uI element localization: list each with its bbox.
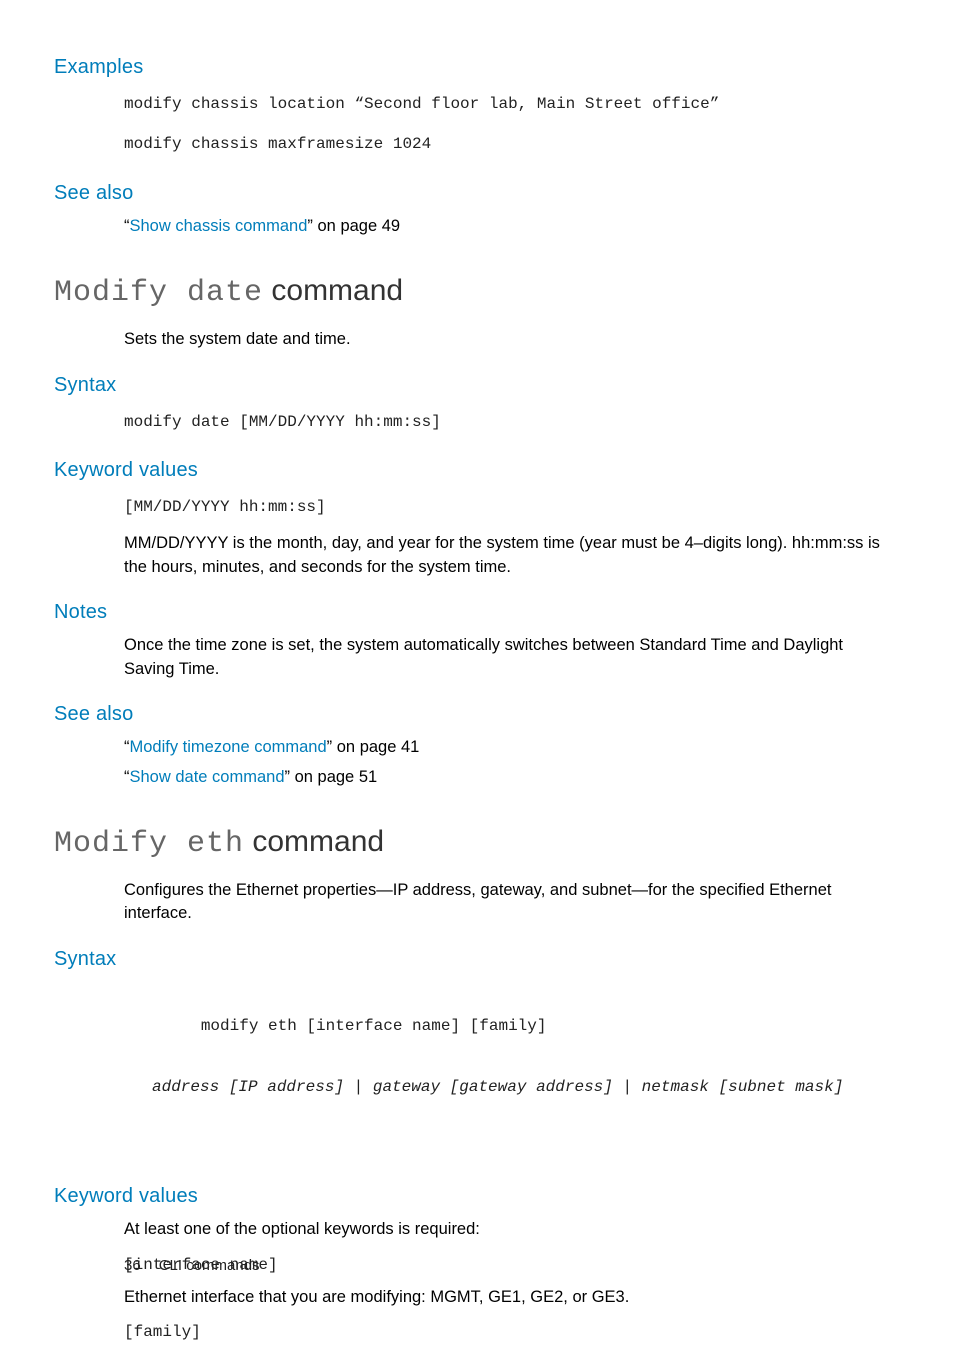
para-kv-date: MM/DD/YYYY is the month, day, and year f…	[124, 532, 890, 579]
page-number: 36	[124, 1257, 141, 1274]
see-also-line: “Show date command” on page 51	[124, 766, 890, 789]
para-notes-date: Once the time zone is set, the system au…	[124, 634, 890, 681]
heading-keyword-values: Keyword values	[54, 459, 894, 482]
heading-notes: Notes	[54, 601, 894, 624]
code-kv-date: [MM/DD/YYYY hh:mm:ss]	[124, 492, 890, 522]
para-kv-eth-intro: At least one of the optional keywords is…	[124, 1218, 890, 1241]
desc-modify-eth: Configures the Ethernet properties—IP ad…	[124, 879, 890, 926]
heading-keyword-values: Keyword values	[54, 1185, 894, 1208]
title-rest-command: command	[263, 274, 403, 307]
code-syntax-eth-line2: address [IP address] | gateway [gateway …	[124, 1072, 890, 1102]
heading-syntax: Syntax	[54, 374, 894, 397]
heading-see-also: See also	[54, 703, 894, 726]
para-kv-eth-1: Ethernet interface that you are modifyin…	[124, 1286, 890, 1309]
code-syntax-eth-line1: modify eth [interface name] [family]	[201, 1017, 547, 1035]
see-also-line: “Show chassis command” on page 49	[124, 215, 890, 238]
link-modify-timezone-command[interactable]: Modify timezone command	[130, 738, 327, 756]
code-kv-eth-2: [family]	[124, 1321, 890, 1343]
title-mono-modify-eth: Modify eth	[54, 827, 244, 861]
code-syntax-modify-eth: modify eth [interface name] [family] add…	[124, 981, 890, 1163]
see-also-tail: ” on page 51	[285, 768, 378, 786]
code-example-2: modify chassis maxframesize 1024	[124, 129, 890, 159]
link-show-date-command[interactable]: Show date command	[130, 768, 285, 786]
desc-modify-date: Sets the system date and time.	[124, 328, 890, 351]
code-syntax-modify-date: modify date [MM/DD/YYYY hh:mm:ss]	[124, 407, 890, 437]
title-rest-command: command	[244, 825, 384, 858]
page-footer: 36 CLI commands	[124, 1257, 260, 1274]
see-also-tail: ” on page 49	[307, 217, 400, 235]
heading-syntax: Syntax	[54, 948, 894, 971]
title-mono-modify-date: Modify date	[54, 276, 263, 310]
heading-modify-eth-command: Modify eth command	[54, 825, 894, 861]
link-show-chassis-command[interactable]: Show chassis command	[130, 217, 308, 235]
see-also-tail: ” on page 41	[327, 738, 420, 756]
code-example-1: modify chassis location “Second floor la…	[124, 89, 890, 119]
see-also-line: “Modify timezone command” on page 41	[124, 736, 890, 759]
heading-see-also: See also	[54, 182, 894, 205]
footer-title: CLI commands	[159, 1257, 260, 1274]
heading-examples: Examples	[54, 56, 894, 79]
heading-modify-date-command: Modify date command	[54, 274, 894, 310]
